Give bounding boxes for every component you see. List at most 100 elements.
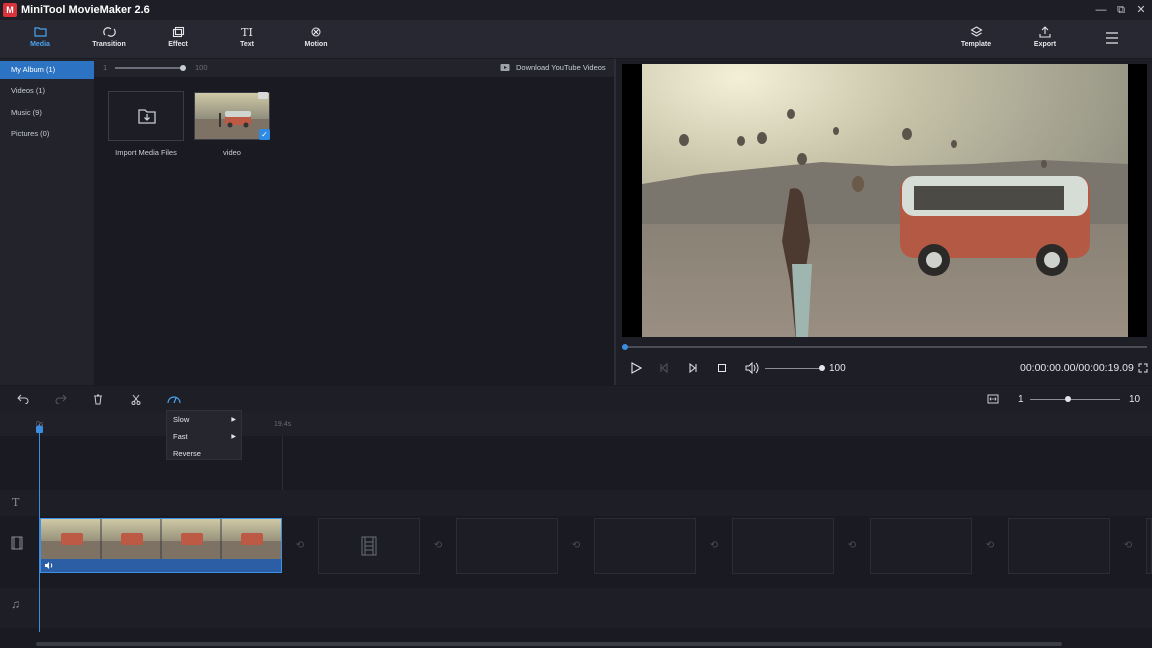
download-youtube-link[interactable]: Download YouTube Videos: [516, 63, 606, 72]
undo-icon: [17, 394, 29, 404]
playback-progress-track[interactable]: [622, 346, 1147, 348]
thumb-zoom-min: 1: [103, 63, 107, 72]
menu-item-slow[interactable]: Slow: [173, 415, 189, 424]
next-frame-icon: [688, 363, 698, 373]
tab-motion[interactable]: Motion: [286, 20, 346, 58]
time-display: 00:00:00.00/00:00:19.09: [1020, 362, 1134, 374]
timeline-zoom-slider[interactable]: [1030, 399, 1120, 400]
previous-frame-icon: [659, 363, 669, 373]
playback-progress-handle[interactable]: [622, 344, 628, 350]
export-label: Export: [1015, 41, 1075, 48]
tab-text[interactable]: TI Text: [217, 20, 277, 58]
close-button[interactable]: ✕: [1132, 2, 1150, 18]
fit-icon: [987, 394, 999, 404]
ruler-label-end: 19.4s: [274, 421, 291, 428]
template-label: Template: [946, 41, 1006, 48]
transition-slot-icon[interactable]: ⟲: [843, 537, 861, 555]
sidebar-item-music[interactable]: Music (9): [0, 104, 94, 122]
media-toolbar: 1 100 Download YouTube Videos: [94, 59, 614, 77]
text-track: T: [0, 490, 1152, 516]
menu-icon[interactable]: [1104, 31, 1120, 45]
video-label: video: [194, 148, 270, 157]
volume-slider[interactable]: [765, 368, 823, 369]
zoom-fit-button[interactable]: [987, 394, 999, 404]
maximize-button[interactable]: ⧉: [1112, 2, 1130, 18]
media-sidebar: My Album (1) Videos (1) Music (9) Pictur…: [0, 59, 94, 385]
menu-item-reverse[interactable]: Reverse: [173, 449, 201, 458]
tab-media-label: Media: [10, 41, 70, 48]
undo-button[interactable]: [17, 394, 29, 404]
tab-text-label: Text: [217, 41, 277, 48]
film-placeholder-icon: [361, 536, 377, 556]
minimize-button[interactable]: —: [1092, 2, 1110, 18]
speed-icon: [166, 394, 182, 405]
import-media-label: Import Media Files: [108, 148, 184, 157]
tab-media[interactable]: Media: [10, 20, 70, 58]
export-button[interactable]: Export: [1015, 20, 1075, 58]
clip-volume-icon[interactable]: [44, 561, 54, 570]
sidebar-item-pictures[interactable]: Pictures (0): [0, 125, 94, 143]
app-title: MiniTool MovieMaker 2.6: [21, 4, 150, 16]
sidebar-item-my-album[interactable]: My Album (1): [0, 61, 94, 79]
timeline-zoom-min: 1: [1018, 394, 1024, 405]
video-selected-checkbox[interactable]: ✓: [259, 129, 270, 140]
trash-icon: [93, 394, 103, 405]
transition-slot-icon[interactable]: ⟲: [429, 537, 447, 555]
video-clip[interactable]: [40, 518, 282, 573]
import-media-tile[interactable]: [108, 91, 184, 141]
menu-item-fast[interactable]: Fast: [173, 432, 188, 441]
text-icon: TI: [217, 20, 277, 40]
speed-button[interactable]: [166, 394, 182, 405]
redo-button[interactable]: [55, 394, 67, 404]
thumb-zoom-slider[interactable]: [115, 67, 185, 69]
empty-clip-slot[interactable]: [1146, 518, 1152, 574]
music-track: ♫: [0, 588, 1152, 628]
app-logo: M: [3, 3, 17, 17]
youtube-download-icon: [500, 63, 510, 72]
transition-slot-icon[interactable]: ⟲: [567, 537, 585, 555]
tab-transition[interactable]: Transition: [79, 20, 139, 58]
split-button[interactable]: [131, 394, 141, 405]
title-bar: M MiniTool MovieMaker 2.6 — ⧉ ✕: [0, 0, 1152, 20]
video-canvas: [622, 64, 1147, 337]
transition-slot-icon[interactable]: ⟲: [981, 537, 999, 555]
stop-button[interactable]: [718, 364, 726, 372]
timeline-toolbar: 1 10: [0, 386, 1152, 412]
previous-frame-button[interactable]: [659, 363, 669, 373]
speed-context-menu: Slow ▶ Fast ▶ Reverse: [166, 410, 242, 460]
transition-slot-icon[interactable]: ⟲: [1119, 537, 1137, 555]
tab-effect-label: Effect: [148, 41, 208, 48]
volume-handle[interactable]: [819, 365, 825, 371]
fast-submenu-arrow-icon: ▶: [231, 433, 236, 440]
redo-icon: [55, 394, 67, 404]
empty-clip-slot[interactable]: [456, 518, 558, 574]
transition-slot-icon[interactable]: ⟲: [291, 537, 309, 555]
slow-submenu-arrow-icon: ▶: [231, 416, 236, 423]
template-button[interactable]: Template: [946, 20, 1006, 58]
transition-slot-icon[interactable]: ⟲: [705, 537, 723, 555]
music-track-icon: ♫: [11, 597, 20, 611]
next-frame-button[interactable]: [688, 363, 698, 373]
export-icon: [1015, 20, 1075, 40]
thumb-zoom-handle[interactable]: [180, 65, 186, 71]
timeline-zoom-handle[interactable]: [1065, 396, 1071, 402]
timeline-horizontal-scrollbar[interactable]: [36, 642, 1062, 646]
empty-clip-slot[interactable]: [1008, 518, 1110, 574]
volume-button[interactable]: [745, 362, 759, 374]
video-frame: [642, 64, 1128, 337]
fullscreen-button[interactable]: [1138, 363, 1148, 373]
playhead-line[interactable]: [39, 424, 40, 632]
empty-clip-slot[interactable]: [870, 518, 972, 574]
media-library: 1 100 Download YouTube Videos Import Med…: [94, 59, 614, 385]
delete-button[interactable]: [93, 394, 103, 405]
playhead-handle[interactable]: [36, 426, 43, 433]
empty-clip-slot[interactable]: [318, 518, 420, 574]
main-toolbar: Media Transition Effect TI Text Motion T…: [0, 20, 1152, 58]
empty-clip-slot[interactable]: [732, 518, 834, 574]
sidebar-item-videos[interactable]: Videos (1): [0, 82, 94, 100]
empty-clip-slot[interactable]: [594, 518, 696, 574]
tab-effect[interactable]: Effect: [148, 20, 208, 58]
tab-motion-label: Motion: [286, 41, 346, 48]
play-button[interactable]: [630, 362, 642, 374]
thumb-zoom-max: 100: [195, 63, 208, 72]
